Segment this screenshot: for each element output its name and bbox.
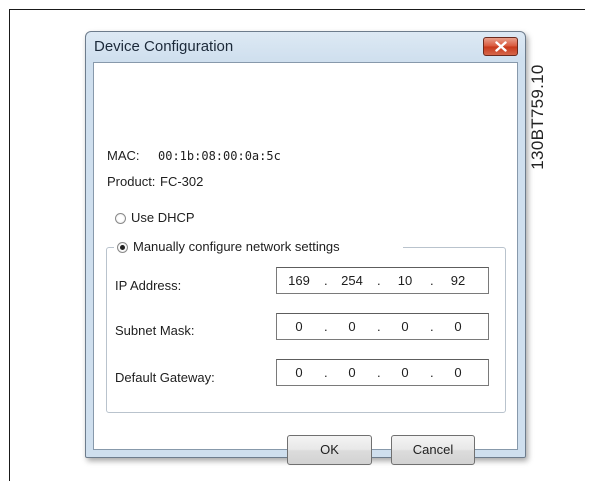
subnet-octet-4[interactable]: 0 bbox=[440, 319, 476, 334]
gateway-dot-2: . bbox=[377, 365, 381, 380]
product-label: Product: bbox=[107, 174, 156, 189]
gateway-octet-3[interactable]: 0 bbox=[387, 365, 423, 380]
use-dhcp-label[interactable]: Use DHCP bbox=[131, 210, 195, 225]
subnet-octet-2[interactable]: 0 bbox=[334, 319, 370, 334]
ip-octet-4[interactable]: 92 bbox=[440, 273, 476, 288]
manual-config-text: Manually configure network settings bbox=[133, 239, 340, 254]
subnet-dot-2: . bbox=[377, 319, 381, 334]
dialog-title: Device Configuration bbox=[94, 38, 234, 55]
manual-config-radio-mark bbox=[117, 242, 128, 253]
ip-address-field[interactable]: 169 . 254 . 10 . 92 bbox=[276, 267, 489, 294]
ip-octet-3[interactable]: 10 bbox=[387, 273, 423, 288]
subnet-octet-3[interactable]: 0 bbox=[387, 319, 423, 334]
ip-dot-3: . bbox=[430, 273, 434, 288]
ip-address-label: IP Address: bbox=[115, 278, 182, 293]
dialog-title-bar[interactable]: Device Configuration bbox=[86, 32, 525, 62]
gateway-dot-3: . bbox=[430, 365, 434, 380]
figure-frame-left-rule bbox=[9, 9, 10, 481]
gateway-dot-1: . bbox=[324, 365, 328, 380]
use-dhcp-radio[interactable] bbox=[115, 213, 126, 224]
mac-label: MAC: bbox=[107, 148, 140, 163]
ip-dot-1: . bbox=[324, 273, 328, 288]
ip-dot-2: . bbox=[377, 273, 381, 288]
default-gateway-label: Default Gateway: bbox=[115, 370, 215, 385]
gateway-octet-1[interactable]: 0 bbox=[281, 365, 317, 380]
gateway-octet-4[interactable]: 0 bbox=[440, 365, 476, 380]
subnet-octet-1[interactable]: 0 bbox=[281, 319, 317, 334]
figure-frame-top-rule bbox=[9, 9, 585, 10]
subnet-mask-label: Subnet Mask: bbox=[115, 323, 195, 338]
cancel-button[interactable]: Cancel bbox=[391, 435, 475, 465]
ip-octet-1[interactable]: 169 bbox=[281, 273, 317, 288]
close-x-icon bbox=[495, 41, 507, 52]
ok-button[interactable]: OK bbox=[287, 435, 372, 465]
device-configuration-dialog: Device Configuration MAC: 00:1b:08:00:0a… bbox=[85, 31, 526, 465]
figure-page: 130BT759.10 Device Configuration MAC: 00… bbox=[0, 0, 594, 481]
gateway-octet-2[interactable]: 0 bbox=[334, 365, 370, 380]
subnet-mask-field[interactable]: 0 . 0 . 0 . 0 bbox=[276, 313, 489, 340]
ip-octet-2[interactable]: 254 bbox=[334, 273, 370, 288]
figure-id-text: 130BT759.10 bbox=[528, 64, 547, 170]
mac-value: 00:1b:08:00:0a:5c bbox=[158, 149, 281, 163]
close-button[interactable] bbox=[483, 37, 518, 56]
subnet-dot-3: . bbox=[430, 319, 434, 334]
product-value: FC-302 bbox=[160, 174, 204, 189]
subnet-dot-1: . bbox=[324, 319, 328, 334]
figure-id-label: 130BT759.10 bbox=[528, 32, 548, 202]
manual-settings-legend-front: Manually configure network settings bbox=[114, 239, 340, 255]
dialog-client-area: MAC: 00:1b:08:00:0a:5c Product: FC-302 U… bbox=[93, 62, 518, 465]
default-gateway-field[interactable]: 0 . 0 . 0 . 0 bbox=[276, 359, 489, 386]
